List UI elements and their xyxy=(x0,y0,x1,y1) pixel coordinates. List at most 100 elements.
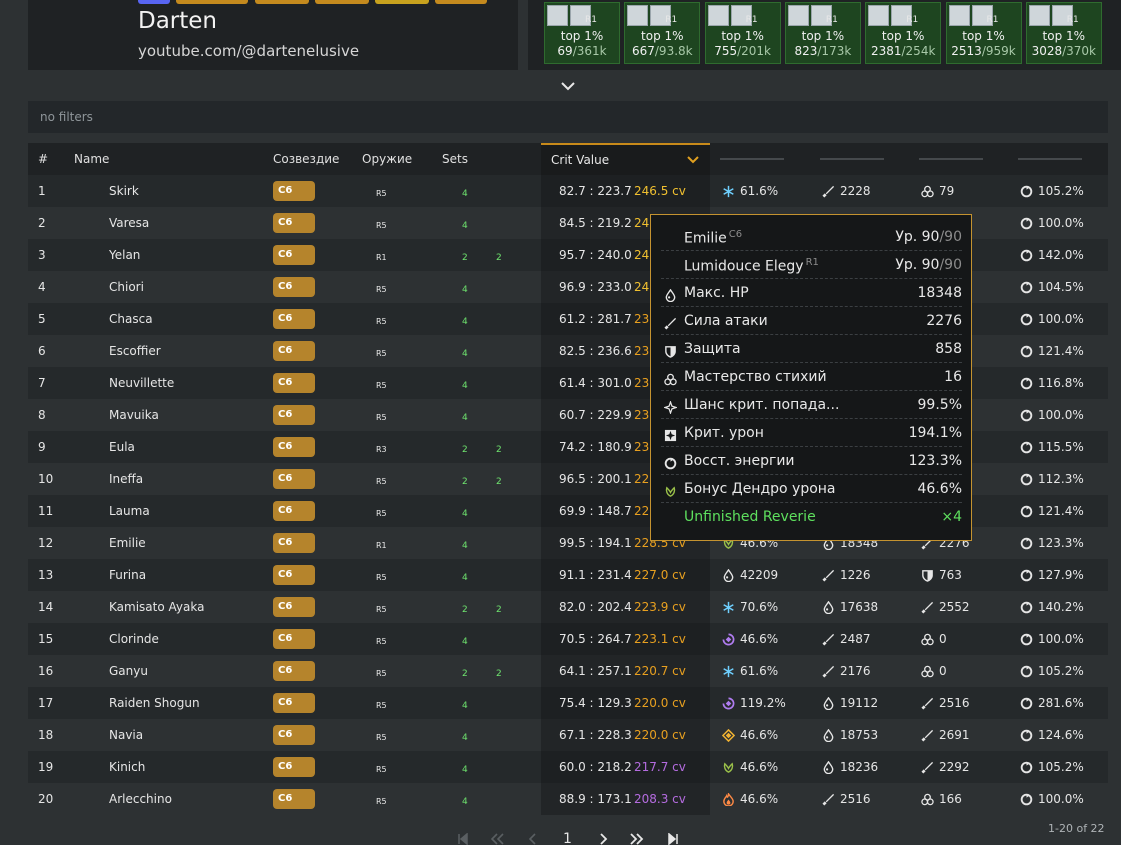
table-row[interactable]: 14 Kamisato Ayaka C6 R5 2 2 82.0 : 202.4 223.9 … xyxy=(28,591,1108,623)
first-page-icon[interactable] xyxy=(456,833,470,845)
row-character-name[interactable]: Emilie xyxy=(109,536,146,550)
achievement-badge[interactable]: R1 top 1% 69/361k xyxy=(544,2,620,64)
weapon-refinement[interactable]: R5 xyxy=(376,701,387,710)
weapon-refinement[interactable]: R5 xyxy=(376,317,387,326)
set-count-2[interactable]: 2 xyxy=(496,445,502,455)
set-count-1[interactable]: 2 xyxy=(462,253,468,263)
weapon-refinement[interactable]: R3 xyxy=(376,445,387,454)
header-sets[interactable]: Sets xyxy=(442,152,468,166)
table-row[interactable]: 1 Skirk C6 R5 4 82.7 : 223.7 246.5 cv 61.6% 2228… xyxy=(28,175,1108,207)
weapon-refinement[interactable]: R5 xyxy=(376,413,387,422)
weapon-refinement[interactable]: R5 xyxy=(376,797,387,806)
header-stat-1[interactable] xyxy=(720,158,784,160)
set-count-2[interactable]: 2 xyxy=(496,477,502,487)
set-count-1[interactable]: 4 xyxy=(462,637,468,647)
weapon-refinement[interactable]: R5 xyxy=(376,477,387,486)
weapon-refinement[interactable]: R5 xyxy=(376,605,387,614)
achievement-badge[interactable]: R1 top 1% 667/93.8k xyxy=(624,2,701,64)
row-character-name[interactable]: Neuvillette xyxy=(109,376,174,390)
weapon-refinement[interactable]: R5 xyxy=(376,765,387,774)
set-count-2[interactable]: 2 xyxy=(496,253,502,263)
set-count-1[interactable]: 4 xyxy=(462,765,468,775)
weapon-refinement[interactable]: R5 xyxy=(376,509,387,518)
weapon-refinement[interactable]: R5 xyxy=(376,381,387,390)
set-count-2[interactable]: 2 xyxy=(496,605,502,615)
weapon-refinement[interactable]: R5 xyxy=(376,669,387,678)
set-count-1[interactable]: 2 xyxy=(462,477,468,487)
chevron-right-icon[interactable] xyxy=(596,833,610,845)
row-character-name[interactable]: Yelan xyxy=(109,248,140,262)
row-character-name[interactable]: Navia xyxy=(109,728,143,742)
row-character-name[interactable]: Furina xyxy=(109,568,146,582)
achievement-badge[interactable]: R1 top 1% 3028/370k xyxy=(1025,2,1102,64)
set-count-1[interactable]: 4 xyxy=(462,285,468,295)
row-character-name[interactable]: Kamisato Ayaka xyxy=(109,600,204,614)
row-character-name[interactable]: Mavuika xyxy=(109,408,159,422)
header-crit-value[interactable]: Crit Value xyxy=(541,143,710,175)
set-count-1[interactable]: 2 xyxy=(462,669,468,679)
row-character-name[interactable]: Clorinde xyxy=(109,632,159,646)
table-row[interactable]: 17 Raiden Shogun C6 R5 4 75.4 : 129.3 220.0 cv… xyxy=(28,687,1108,719)
header-weapon[interactable]: Оружие xyxy=(362,152,412,166)
table-row[interactable]: 13 Furina C6 R5 4 91.1 : 231.4 227.0 cv 42209 12… xyxy=(28,559,1108,591)
row-character-name[interactable]: Arlecchino xyxy=(109,792,172,806)
weapon-refinement[interactable]: R5 xyxy=(376,637,387,646)
set-count-1[interactable]: 4 xyxy=(462,573,468,583)
header-stat-2[interactable] xyxy=(820,158,884,160)
table-row[interactable]: 15 Clorinde C6 R5 4 70.5 : 264.7 223.1 cv 46.6%… xyxy=(28,623,1108,655)
set-count-1[interactable]: 4 xyxy=(462,733,468,743)
achievement-badge[interactable]: R1 top 1% 2513/959k xyxy=(945,2,1022,64)
weapon-refinement[interactable]: R5 xyxy=(376,189,387,198)
header-constellation[interactable]: Созвездие xyxy=(273,152,339,166)
row-character-name[interactable]: Escoffier xyxy=(109,344,161,358)
chevron-left-icon[interactable] xyxy=(526,833,540,845)
table-row[interactable]: 18 Navia C6 R5 4 67.1 : 228.3 220.0 cv 46.6% 187… xyxy=(28,719,1108,751)
double-chevron-left-icon[interactable] xyxy=(490,833,504,845)
set-count-1[interactable]: 4 xyxy=(462,541,468,551)
set-count-1[interactable]: 4 xyxy=(462,189,468,199)
weapon-refinement[interactable]: R5 xyxy=(376,285,387,294)
last-page-icon[interactable] xyxy=(666,833,680,845)
filter-bar[interactable]: no filters xyxy=(28,101,1108,133)
set-count-1[interactable]: 4 xyxy=(462,221,468,231)
header-stat-3[interactable] xyxy=(919,158,983,160)
achievement-badge[interactable]: R1 top 1% 823/173k xyxy=(784,2,861,64)
weapon-refinement[interactable]: R5 xyxy=(376,349,387,358)
row-character-name[interactable]: Chiori xyxy=(109,280,144,294)
set-count-1[interactable]: 4 xyxy=(462,509,468,519)
row-character-name[interactable]: Ganyu xyxy=(109,664,148,678)
row-character-name[interactable]: Lauma xyxy=(109,504,150,518)
set-count-1[interactable]: 4 xyxy=(462,317,468,327)
table-row[interactable]: 19 Kinich C6 R5 4 60.0 : 218.2 217.7 cv 46.6% 18… xyxy=(28,751,1108,783)
weapon-refinement[interactable]: R5 xyxy=(376,221,387,230)
set-count-1[interactable]: 4 xyxy=(462,797,468,807)
profile-link[interactable]: youtube.com/@dartenelusive xyxy=(138,42,359,60)
header-stat-4[interactable] xyxy=(1018,158,1082,160)
row-character-name[interactable]: Skirk xyxy=(109,184,139,198)
chevron-down-icon[interactable] xyxy=(560,78,576,94)
weapon-refinement[interactable]: R5 xyxy=(376,573,387,582)
row-character-name[interactable]: Eula xyxy=(109,440,135,454)
weapon-refinement[interactable]: R5 xyxy=(376,733,387,742)
set-count-1[interactable]: 4 xyxy=(462,349,468,359)
weapon-refinement[interactable]: R1 xyxy=(376,253,387,262)
row-character-name[interactable]: Kinich xyxy=(109,760,145,774)
achievement-badge[interactable]: R1 top 1% 2381/254k xyxy=(865,2,942,64)
set-count-1[interactable]: 4 xyxy=(462,413,468,423)
achievement-badge[interactable]: R1 top 1% 755/201k xyxy=(704,2,781,64)
sort-chevron-icon[interactable] xyxy=(686,154,700,166)
weapon-refinement[interactable]: R1 xyxy=(376,541,387,550)
double-chevron-right-icon[interactable] xyxy=(630,833,644,845)
header-name[interactable]: Name xyxy=(74,152,109,166)
table-row[interactable]: 16 Ganyu C6 R5 2 2 64.1 : 257.1 220.7 cv 61.6% 21… xyxy=(28,655,1108,687)
set-count-1[interactable]: 2 xyxy=(462,445,468,455)
row-character-name[interactable]: Raiden Shogun xyxy=(109,696,200,710)
set-count-1[interactable]: 4 xyxy=(462,701,468,711)
set-count-1[interactable]: 2 xyxy=(462,605,468,615)
row-character-name[interactable]: Ineffa xyxy=(109,472,143,486)
set-count-1[interactable]: 4 xyxy=(462,381,468,391)
table-row[interactable]: 20 Arlecchino C6 R5 4 88.9 : 173.1 208.3 cv 46.… xyxy=(28,783,1108,815)
current-page[interactable]: 1 xyxy=(563,831,572,845)
set-count-2[interactable]: 2 xyxy=(496,669,502,679)
row-character-name[interactable]: Varesa xyxy=(109,216,149,230)
